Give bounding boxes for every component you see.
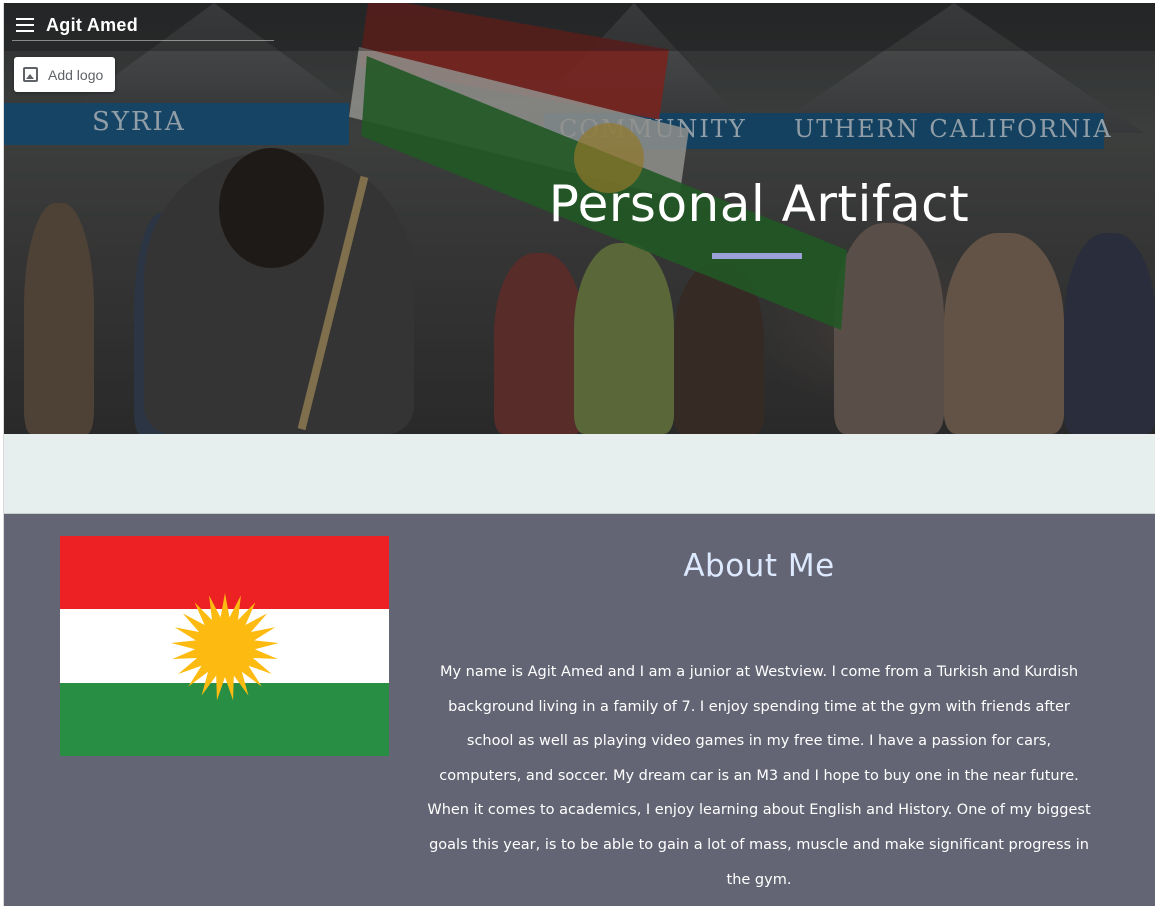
page-title: Personal Artifact: [548, 175, 970, 233]
top-bar: Agit Amed: [4, 3, 1155, 51]
hero-banner: SYRIA COMMUNITY UTHERN CALIFORNIA Agit A…: [4, 3, 1155, 434]
image-icon: [23, 67, 38, 82]
add-logo-label: Add logo: [48, 66, 104, 83]
about-section: About Me My name is Agit Amed and I am a…: [4, 514, 1155, 906]
site-title[interactable]: Agit Amed: [46, 15, 138, 36]
title-accent-bar: [712, 253, 802, 259]
add-logo-button[interactable]: Add logo: [14, 57, 115, 92]
spacer-band: [4, 434, 1155, 514]
about-paragraph: My name is Agit Amed and I am a junior a…: [427, 664, 1091, 888]
flag-sun-icon: [171, 593, 279, 701]
menu-icon[interactable]: [16, 18, 34, 32]
about-heading: About Me: [683, 548, 835, 584]
kurdistan-flag-image: [60, 536, 389, 756]
page: SYRIA COMMUNITY UTHERN CALIFORNIA Agit A…: [3, 3, 1155, 906]
title-divider: [12, 40, 274, 41]
